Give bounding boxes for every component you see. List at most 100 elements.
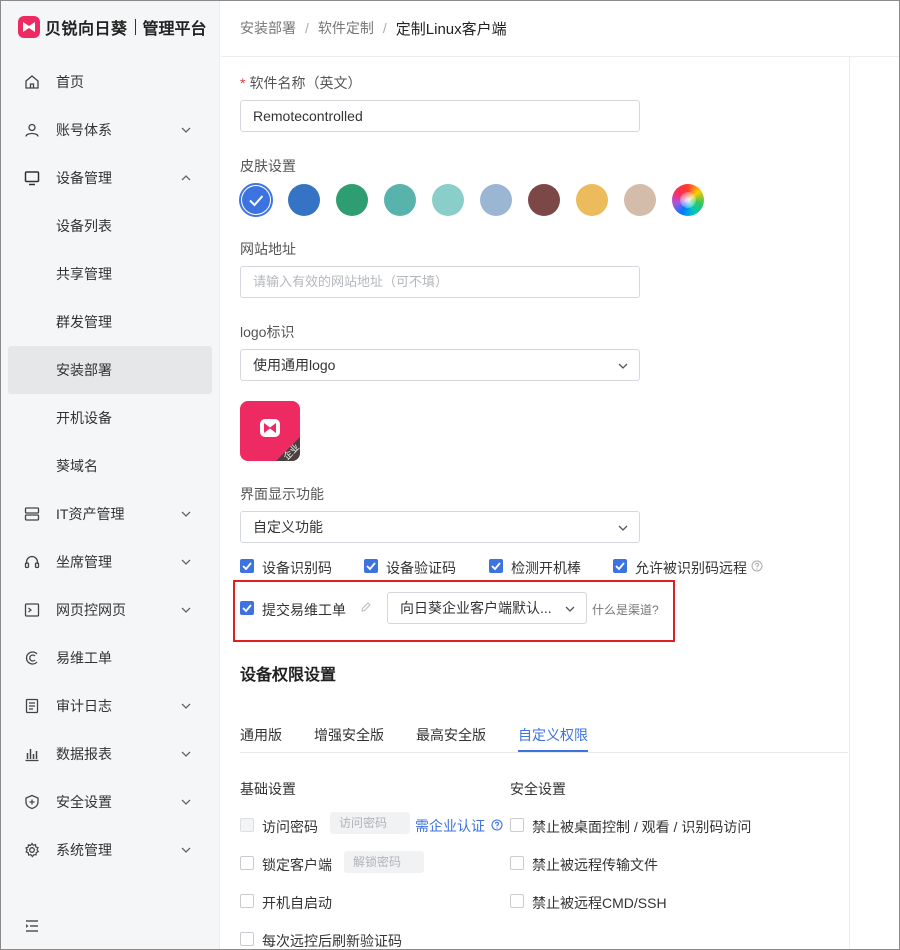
- sidebar-item-accounts[interactable]: 账号体系: [8, 106, 212, 154]
- skin-swatch[interactable]: [528, 184, 560, 216]
- brand-name: 贝锐向日葵: [45, 21, 128, 38]
- tab-standard[interactable]: 通用版: [240, 725, 282, 745]
- verify-code-checkbox[interactable]: [364, 559, 378, 573]
- skin-swatch[interactable]: [384, 184, 416, 216]
- skin-swatch[interactable]: [480, 184, 512, 216]
- security-settings-title: 安全设置: [510, 781, 566, 797]
- sidebar-item-label: 系统管理: [56, 842, 112, 858]
- access-password-checkbox[interactable]: [240, 818, 254, 832]
- sidebar-item-domain[interactable]: 葵域名: [8, 442, 212, 490]
- check-icon: [615, 562, 625, 571]
- sidebar-item-security[interactable]: 安全设置: [8, 778, 212, 826]
- sidebar-item-label: 葵域名: [56, 458, 98, 474]
- sidebar-item-web-control[interactable]: 网页控网页: [8, 586, 212, 634]
- skin-swatch[interactable]: [576, 184, 608, 216]
- chevron-down-icon: [618, 363, 628, 369]
- sidebar-item-share[interactable]: 共享管理: [8, 250, 212, 298]
- check-icon: [366, 562, 376, 571]
- skin-swatch[interactable]: [288, 184, 320, 216]
- access-password-input[interactable]: 访问密码: [330, 812, 410, 834]
- forbid-desktop-control-checkbox[interactable]: [510, 818, 524, 832]
- chevron-up-icon: [181, 175, 191, 181]
- customize-form: * 软件名称（英文） Remotecontrolled 皮肤设置 网站地址 请输入…: [239, 57, 850, 950]
- autostart-label: 开机自启动: [262, 895, 332, 911]
- need-enterprise-auth-link[interactable]: 需企业认证: [415, 816, 485, 836]
- breadcrumb-install[interactable]: 安装部署: [240, 18, 296, 38]
- allow-id-remote-checkbox[interactable]: [613, 559, 627, 573]
- sidebar-item-label: 坐席管理: [56, 554, 112, 570]
- required-mark: *: [240, 75, 246, 91]
- software-name-input[interactable]: Remotecontrolled: [240, 100, 640, 132]
- software-name-label: * 软件名称（英文）: [240, 75, 362, 91]
- forbid-file-transfer-label: 禁止被远程传输文件: [532, 857, 658, 873]
- sidebar-item-reports[interactable]: 数据报表: [8, 730, 212, 778]
- sidebar-item-label: 安全设置: [56, 794, 112, 810]
- sidebar-item-it-assets[interactable]: IT资产管理: [8, 490, 212, 538]
- breadcrumb-customize[interactable]: 软件定制: [318, 18, 374, 38]
- boot-stick-checkbox[interactable]: [489, 559, 503, 573]
- sidebar-item-boot-devices[interactable]: 开机设备: [8, 394, 212, 442]
- forbid-cmd-ssh-checkbox[interactable]: [510, 894, 524, 908]
- basic-settings-title: 基础设置: [240, 781, 296, 797]
- sidebar: 贝锐向日葵 管理平台 首页 账号体系 设备管理 设备列表 共享管理 群发管理 安…: [0, 0, 220, 950]
- sidebar-item-label: IT资产管理: [56, 506, 125, 522]
- sidebar-item-tickets[interactable]: 易维工单: [8, 634, 212, 682]
- active-tab-indicator: [518, 750, 588, 752]
- sidebar-item-label: 群发管理: [56, 314, 112, 330]
- sidebar-item-system[interactable]: 系统管理: [8, 826, 212, 874]
- collapse-menu-icon[interactable]: [24, 918, 40, 934]
- custom-color-swatch[interactable]: [672, 184, 704, 216]
- skin-label: 皮肤设置: [240, 158, 296, 174]
- sidebar-item-broadcast[interactable]: 群发管理: [8, 298, 212, 346]
- sidebar-item-label: 设备列表: [56, 218, 112, 234]
- access-password-label: 访问密码: [262, 819, 318, 835]
- sidebar-item-label: 开机设备: [56, 410, 112, 426]
- terminal-icon: [23, 601, 41, 619]
- sidebar-item-label: 账号体系: [56, 122, 112, 138]
- sidebar-item-device-list[interactable]: 设备列表: [8, 202, 212, 250]
- chevron-down-icon: [181, 607, 191, 613]
- help-icon[interactable]: [751, 560, 763, 572]
- website-input[interactable]: 请输入有效的网站地址（可不填）: [240, 266, 640, 298]
- logo-preview: 企业: [240, 401, 300, 461]
- sidebar-item-label: 共享管理: [56, 266, 112, 282]
- autostart-checkbox[interactable]: [240, 894, 254, 908]
- check-icon: [249, 195, 264, 207]
- sidebar-nav: 首页 账号体系 设备管理 设备列表 共享管理 群发管理 安装部署 开机设备 葵域…: [8, 58, 212, 874]
- tab-custom[interactable]: 自定义权限: [518, 725, 588, 745]
- chevron-down-icon: [181, 127, 191, 133]
- log-icon: [23, 697, 41, 715]
- unlock-password-input[interactable]: 解锁密码: [344, 851, 424, 873]
- skin-swatch[interactable]: [432, 184, 464, 216]
- chevron-down-icon: [181, 799, 191, 805]
- chevron-down-icon: [181, 703, 191, 709]
- sunlogin-logo-icon: [18, 16, 40, 38]
- brand-subtitle: 管理平台: [142, 21, 207, 38]
- brand-divider: [134, 19, 136, 35]
- lock-client-checkbox[interactable]: [240, 856, 254, 870]
- highlight-box: [233, 580, 675, 642]
- sidebar-item-audit-log[interactable]: 审计日志: [8, 682, 212, 730]
- display-features-select[interactable]: 自定义功能: [240, 511, 640, 543]
- skin-swatch[interactable]: [624, 184, 656, 216]
- skin-swatch-selected[interactable]: [239, 183, 273, 217]
- sidebar-item-seats[interactable]: 坐席管理: [8, 538, 212, 586]
- sidebar-item-home[interactable]: 首页: [8, 58, 212, 106]
- refresh-code-checkbox[interactable]: [240, 932, 254, 946]
- breadcrumb: 安装部署 / 软件定制 / 定制Linux客户端: [221, 0, 899, 57]
- logo-select[interactable]: 使用通用logo: [240, 349, 640, 381]
- sidebar-item-install[interactable]: 安装部署: [8, 346, 212, 394]
- device-id-checkbox[interactable]: [240, 559, 254, 573]
- breadcrumb-current: 定制Linux客户端: [395, 20, 507, 38]
- tab-enhanced[interactable]: 增强安全版: [314, 725, 384, 745]
- check-icon: [242, 562, 252, 571]
- sidebar-item-devices[interactable]: 设备管理: [8, 154, 212, 202]
- forbid-file-transfer-checkbox[interactable]: [510, 856, 524, 870]
- skin-swatch[interactable]: [336, 184, 368, 216]
- tab-highest[interactable]: 最高安全版: [416, 725, 486, 745]
- help-icon[interactable]: [491, 819, 503, 831]
- gear-icon: [23, 841, 41, 859]
- sidebar-item-label: 网页控网页: [56, 602, 126, 618]
- brand[interactable]: 贝锐向日葵 管理平台: [18, 13, 207, 41]
- logo-select-value: 使用通用logo: [253, 357, 336, 373]
